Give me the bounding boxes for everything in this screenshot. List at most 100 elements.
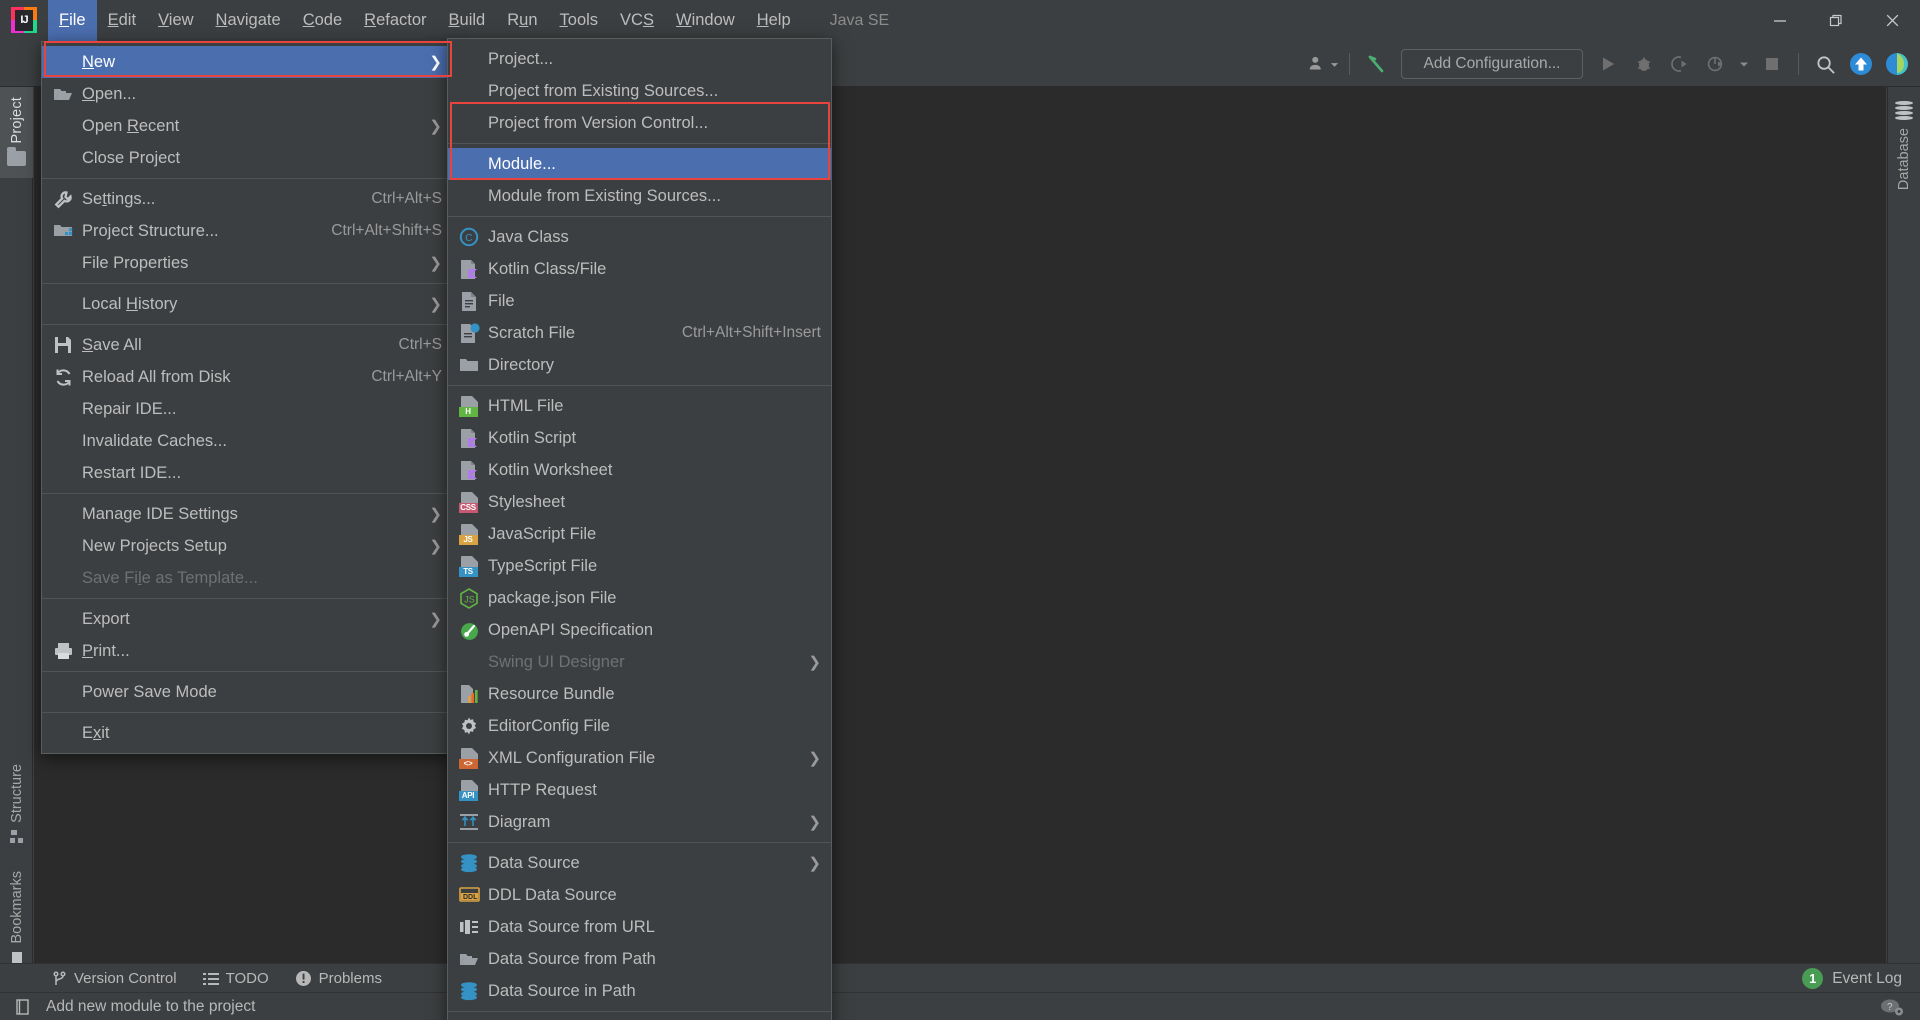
menu-item-new-projects-setup[interactable]: New Projects Setup ❯ bbox=[42, 530, 452, 562]
no-icon bbox=[50, 115, 76, 137]
menu-item-label: Print... bbox=[82, 641, 130, 660]
menu-item-data-source-in-path[interactable]: Data Source in Path bbox=[448, 975, 831, 1007]
user-account-icon[interactable] bbox=[1306, 47, 1340, 81]
restore-icon[interactable] bbox=[1808, 0, 1864, 41]
run-with-coverage-icon[interactable] bbox=[1663, 47, 1697, 81]
project-structure-icon bbox=[50, 220, 76, 242]
menu-item-new[interactable]: New ❯ bbox=[42, 46, 452, 78]
menu-item-kotlin-class-file[interactable]: Kotlin Class/File bbox=[448, 253, 831, 285]
menu-item-kotlin-worksheet[interactable]: Kotlin Worksheet bbox=[448, 454, 831, 486]
menu-item-label: Kotlin Class/File bbox=[488, 259, 607, 278]
menubar-item-vcs[interactable]: VCS bbox=[609, 0, 665, 41]
menubar-item-file[interactable]: File bbox=[48, 0, 97, 41]
menubar-item-code[interactable]: Code bbox=[292, 0, 353, 41]
ide-assistant-icon[interactable] bbox=[1880, 47, 1914, 81]
menu-item-repair-ide[interactable]: Repair IDE... bbox=[42, 393, 452, 425]
update-project-icon[interactable] bbox=[1844, 47, 1878, 81]
menu-item-data-source-from-url[interactable]: Data Source from URL bbox=[448, 911, 831, 943]
menu-item-open-recent[interactable]: Open Recent ❯ bbox=[42, 110, 452, 142]
menu-item-ddl-data-source[interactable]: DDL DDL Data Source bbox=[448, 879, 831, 911]
menu-bar: IJ File Edit View Navigate Code Refactor Build… bbox=[0, 0, 1920, 41]
menu-item-module-from-existing-sources[interactable]: Module from Existing Sources... bbox=[448, 180, 831, 212]
menubar-item-tools[interactable]: Tools bbox=[549, 0, 610, 41]
menubar-item-navigate[interactable]: Navigate bbox=[205, 0, 292, 41]
menu-item-kotlin-script[interactable]: Kotlin Script bbox=[448, 422, 831, 454]
kotlin-file-icon bbox=[456, 258, 482, 280]
menu-item-project[interactable]: Project... bbox=[448, 43, 831, 75]
stop-icon[interactable] bbox=[1755, 47, 1789, 81]
kotlin-script-icon bbox=[456, 427, 482, 449]
menubar-item-edit[interactable]: Edit bbox=[97, 0, 147, 41]
search-everywhere-icon[interactable] bbox=[1808, 47, 1842, 81]
menu-item-data-source[interactable]: Data Source ❯ bbox=[448, 847, 831, 879]
menu-item-open[interactable]: Open... bbox=[42, 78, 452, 110]
sidebar-item-structure[interactable]: Structure bbox=[9, 764, 25, 846]
status-version-control[interactable]: Version Control bbox=[52, 970, 177, 987]
menu-item-print[interactable]: Print... bbox=[42, 635, 452, 667]
menu-item-module[interactable]: Module... bbox=[448, 148, 831, 180]
menubar-item-refactor[interactable]: Refactor bbox=[353, 0, 437, 41]
status-todo[interactable]: TODO bbox=[202, 970, 269, 987]
menu-separator bbox=[42, 493, 452, 494]
menu-item-close-project[interactable]: Close Project bbox=[42, 142, 452, 174]
menu-item-reload-all-from-disk[interactable]: Reload All from Disk Ctrl+Alt+Y bbox=[42, 361, 452, 393]
openapi-icon bbox=[456, 619, 482, 641]
menu-item-typescript-file[interactable]: TS TypeScript File bbox=[448, 550, 831, 582]
minimize-icon[interactable] bbox=[1752, 0, 1808, 41]
menu-item-openapi-specification[interactable]: OpenAPI Specification bbox=[448, 614, 831, 646]
menu-item-restart-ide[interactable]: Restart IDE... bbox=[42, 457, 452, 489]
menu-item-power-save-mode[interactable]: Power Save Mode bbox=[42, 676, 452, 708]
menu-item-package-json-file[interactable]: JS package.json File bbox=[448, 582, 831, 614]
menu-item-manage-ide-settings[interactable]: Manage IDE Settings ❯ bbox=[42, 498, 452, 530]
add-configuration-button[interactable]: Add Configuration... bbox=[1401, 49, 1583, 79]
problems-label: Problems bbox=[318, 970, 382, 987]
close-icon[interactable] bbox=[1864, 0, 1920, 41]
menu-item-data-source-from-path[interactable]: Data Source from Path bbox=[448, 943, 831, 975]
menu-item-xml-configuration-file[interactable]: <> XML Configuration File ❯ bbox=[448, 742, 831, 774]
chevron-down-icon[interactable] bbox=[1735, 47, 1753, 81]
nodejs-icon: JS bbox=[456, 587, 482, 609]
menu-item-settings[interactable]: Settings... Ctrl+Alt+S bbox=[42, 183, 452, 215]
menu-item-file[interactable]: File bbox=[448, 285, 831, 317]
profiler-icon[interactable] bbox=[1699, 47, 1733, 81]
new-submenu-popup[interactable]: Project... Project from Existing Sources.… bbox=[447, 38, 832, 1020]
menu-item-driver-and-data-source[interactable]: Driver and Data Source bbox=[448, 1016, 831, 1020]
sidebar-item-project[interactable]: Project bbox=[0, 87, 33, 178]
menu-item-java-class[interactable]: C Java Class bbox=[448, 221, 831, 253]
menubar-item-run[interactable]: Run bbox=[496, 0, 548, 41]
menu-item-resource-bundle[interactable]: Resource Bundle bbox=[448, 678, 831, 710]
typescript-file-icon: TS bbox=[456, 555, 482, 577]
menubar-item-window[interactable]: Window bbox=[665, 0, 746, 41]
menu-item-file-properties[interactable]: File Properties ❯ bbox=[42, 247, 452, 279]
menu-item-exit[interactable]: Exit bbox=[42, 717, 452, 749]
menu-item-save-all[interactable]: Save All Ctrl+S bbox=[42, 329, 452, 361]
menu-item-project-structure[interactable]: Project Structure... Ctrl+Alt+Shift+S bbox=[42, 215, 452, 247]
build-hammer-icon[interactable] bbox=[1359, 47, 1393, 81]
menu-item-directory[interactable]: Directory bbox=[448, 349, 831, 381]
menu-item-diagram[interactable]: Diagram ❯ bbox=[448, 806, 831, 838]
sidebar-item-bookmarks[interactable]: Bookmarks bbox=[9, 871, 25, 969]
menu-item-label: HTML File bbox=[488, 396, 564, 415]
event-log-label[interactable]: Event Log bbox=[1832, 970, 1902, 988]
menu-item-export[interactable]: Export ❯ bbox=[42, 603, 452, 635]
run-icon[interactable] bbox=[1591, 47, 1625, 81]
menu-item-editorconfig-file[interactable]: EditorConfig File bbox=[448, 710, 831, 742]
menu-item-local-history[interactable]: Local History ❯ bbox=[42, 288, 452, 320]
menu-item-project-from-version-control[interactable]: Project from Version Control... bbox=[448, 107, 831, 139]
menu-item-project-from-existing-sources[interactable]: Project from Existing Sources... bbox=[448, 75, 831, 107]
menu-item-html-file[interactable]: H HTML File bbox=[448, 390, 831, 422]
menubar-item-build[interactable]: Build bbox=[438, 0, 497, 41]
help-settings-icon[interactable]: ? bbox=[1880, 997, 1904, 1017]
menu-item-http-request[interactable]: API HTTP Request bbox=[448, 774, 831, 806]
menu-item-scratch-file[interactable]: Scratch File Ctrl+Alt+Shift+Insert bbox=[448, 317, 831, 349]
menubar-item-help[interactable]: Help bbox=[746, 0, 802, 41]
menu-item-stylesheet[interactable]: CSS Stylesheet bbox=[448, 486, 831, 518]
menu-item-javascript-file[interactable]: JS JavaScript File bbox=[448, 518, 831, 550]
menu-item-invalidate-caches[interactable]: Invalidate Caches... bbox=[42, 425, 452, 457]
status-problems[interactable]: Problems bbox=[295, 970, 382, 987]
file-menu-popup[interactable]: New ❯ Open... Open Recent ❯ Close Project Sett… bbox=[41, 41, 453, 754]
menubar-item-view[interactable]: View bbox=[147, 0, 204, 41]
menu-item-label: HTTP Request bbox=[488, 780, 597, 799]
debug-icon[interactable] bbox=[1627, 47, 1661, 81]
sidebar-item-database[interactable]: Database bbox=[1888, 101, 1920, 190]
